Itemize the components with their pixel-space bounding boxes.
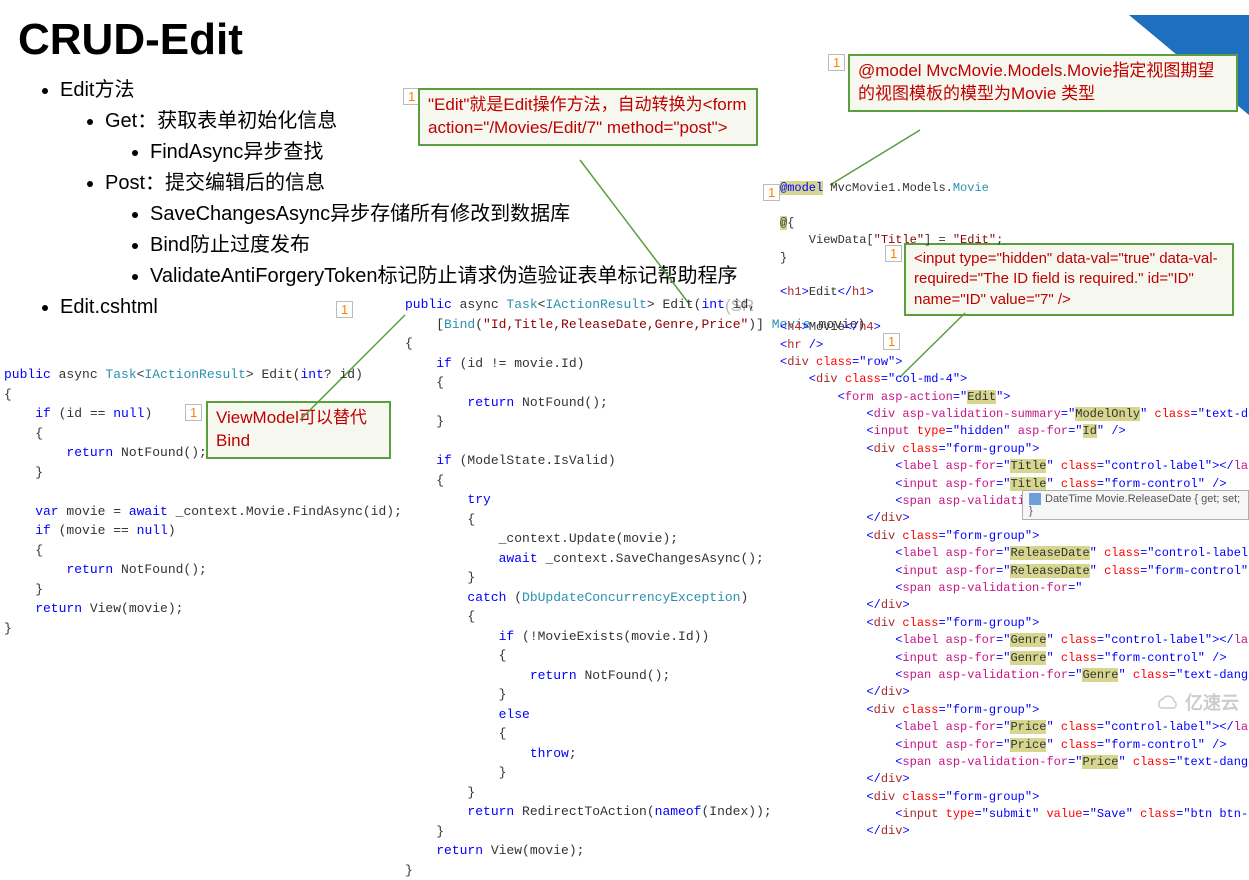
footnote-3: 1 <box>336 301 353 318</box>
annotation-edit-form: "Edit"就是Edit操作方法，自动转换为<form action="/Mov… <box>418 88 758 146</box>
intellisense-tooltip: DateTime Movie.ReleaseDate { get; set; } <box>1022 490 1249 520</box>
watermark: 亿速云 <box>1155 689 1239 715</box>
wrench-icon <box>1029 493 1041 505</box>
annotation-model: @model MvcMovie.Models.Movie指定视图期望的视图模板的… <box>848 54 1238 112</box>
code-block-get: public async Task<IActionResult> Edit(in… <box>4 365 402 638</box>
footnote-5: 1 <box>763 184 780 201</box>
footnote-2: 1 <box>828 54 845 71</box>
cloud-icon <box>1155 695 1181 713</box>
